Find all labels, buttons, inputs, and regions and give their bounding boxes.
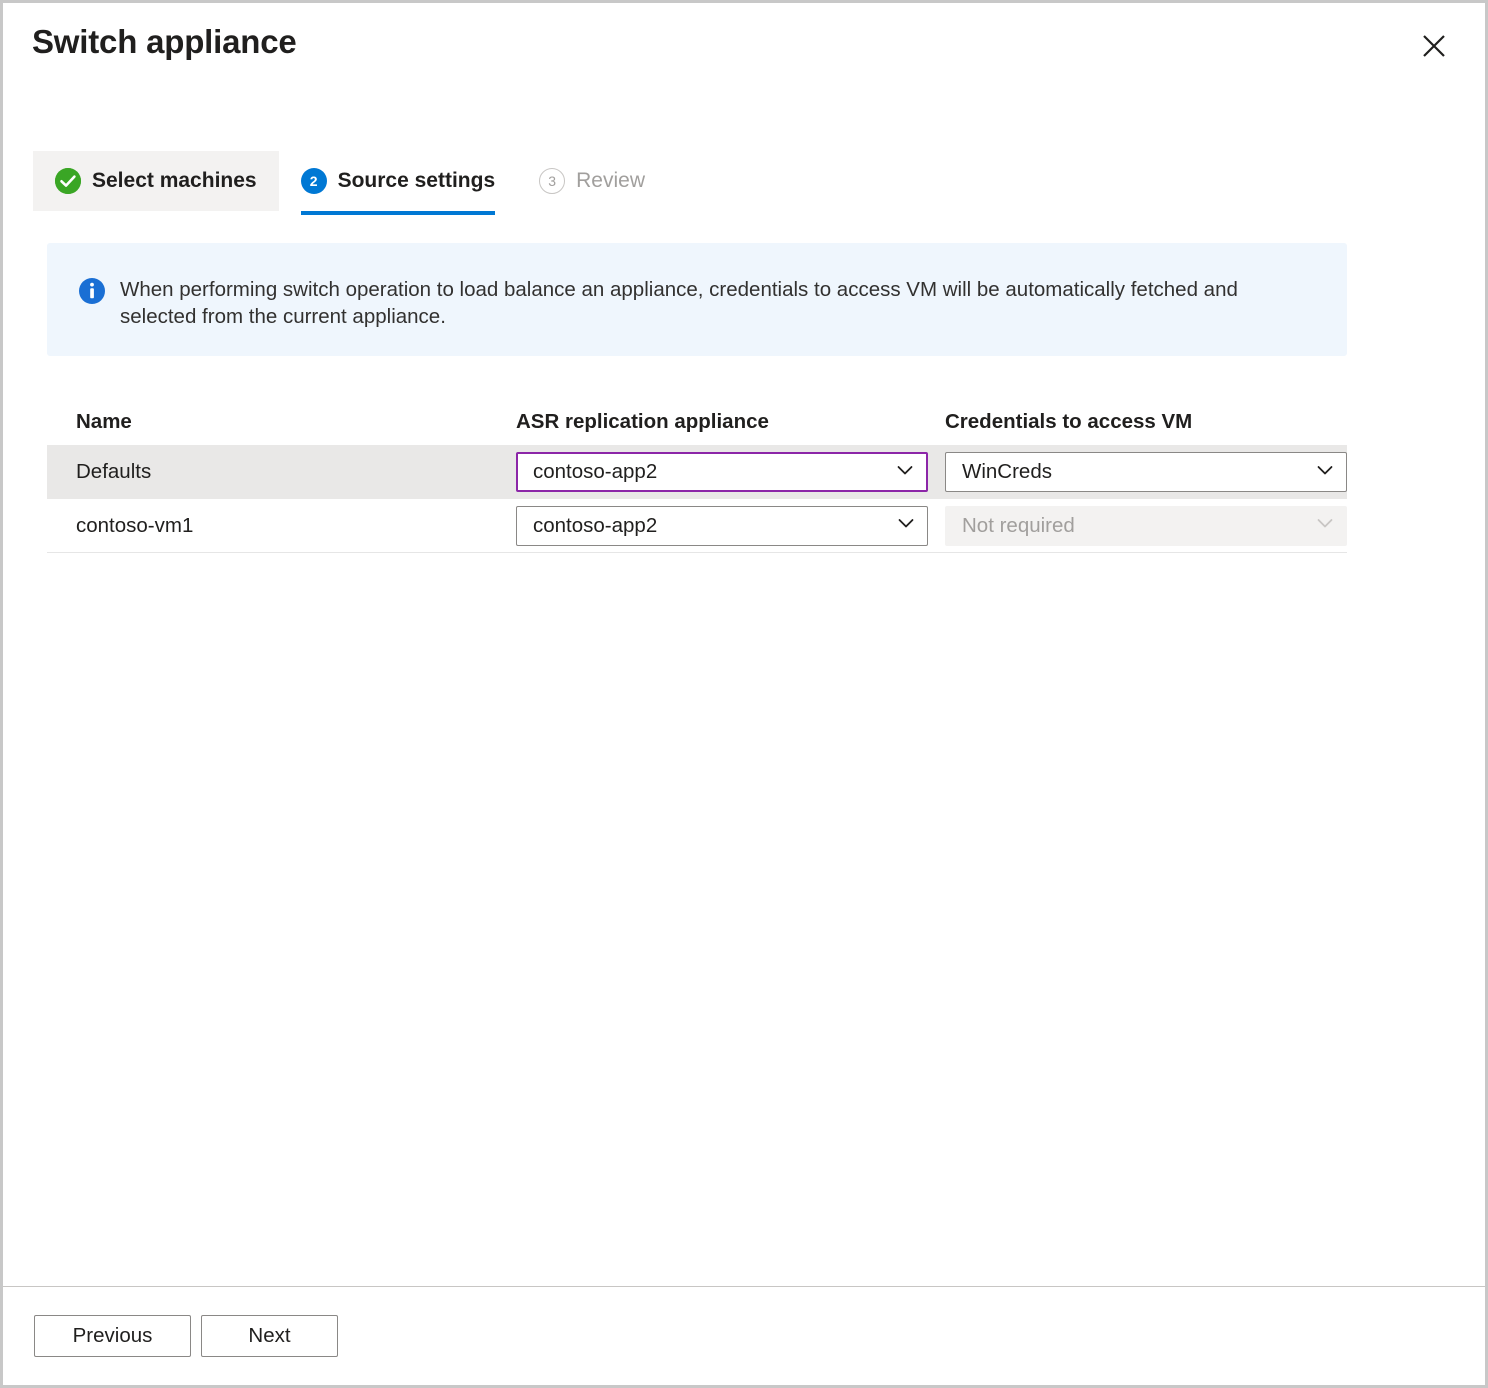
credentials-cell: Not required (932, 506, 1347, 546)
previous-button[interactable]: Previous (34, 1315, 191, 1357)
step-number-badge: 2 (301, 168, 327, 194)
tab-label-review: Review (576, 169, 645, 193)
appliance-dropdown-defaults[interactable]: contoso-app2 (516, 452, 928, 492)
credentials-dropdown-contoso-vm1: Not required (945, 506, 1347, 546)
info-circle-icon (79, 278, 105, 304)
source-settings-table: Name ASR replication appliance Credentia… (47, 399, 1347, 553)
credentials-dropdown-value: Not required (962, 514, 1314, 538)
appliance-cell: contoso-app2 (504, 506, 932, 546)
credentials-dropdown-defaults[interactable]: WinCreds (945, 452, 1347, 492)
column-header-credentials: Credentials to access VM (932, 410, 1347, 434)
table-row: contoso-vm1 contoso-app2 Not required (47, 499, 1347, 553)
info-banner-text: When performing switch operation to load… (120, 276, 1280, 330)
column-header-appliance: ASR replication appliance (504, 410, 932, 434)
tab-select-machines[interactable]: Select machines (33, 151, 279, 211)
table-row: Defaults contoso-app2 WinCreds (47, 445, 1347, 499)
appliance-cell: contoso-app2 (504, 452, 932, 492)
chevron-down-icon (894, 459, 916, 486)
tab-review[interactable]: 3 Review (517, 151, 667, 211)
column-header-name: Name (47, 410, 504, 434)
info-banner: When performing switch operation to load… (47, 243, 1347, 356)
appliance-dropdown-value: contoso-app2 (533, 514, 895, 538)
close-icon (1421, 33, 1447, 59)
row-name-defaults: Defaults (47, 460, 504, 484)
chevron-down-icon (1314, 512, 1336, 539)
switch-appliance-blade: Switch appliance Select machines 2 Sourc… (0, 0, 1488, 1388)
tab-label-source-settings: Source settings (338, 169, 496, 193)
row-name-contoso-vm1: contoso-vm1 (47, 514, 504, 538)
tab-source-settings[interactable]: 2 Source settings (279, 151, 518, 211)
chevron-down-icon (1314, 459, 1336, 486)
table-header-row: Name ASR replication appliance Credentia… (47, 399, 1347, 445)
check-circle-icon (55, 168, 81, 194)
credentials-dropdown-value: WinCreds (962, 460, 1314, 484)
blade-footer: Previous Next (3, 1286, 1485, 1385)
wizard-steps: Select machines 2 Source settings 3 Revi… (33, 151, 667, 211)
tab-label-select-machines: Select machines (92, 169, 257, 193)
credentials-cell: WinCreds (932, 452, 1347, 492)
appliance-dropdown-value: contoso-app2 (533, 460, 894, 484)
chevron-down-icon (895, 512, 917, 539)
step-number-badge: 3 (539, 168, 565, 194)
next-button[interactable]: Next (201, 1315, 338, 1357)
appliance-dropdown-contoso-vm1[interactable]: contoso-app2 (516, 506, 928, 546)
close-button[interactable] (1413, 25, 1455, 67)
page-title: Switch appliance (32, 20, 297, 64)
